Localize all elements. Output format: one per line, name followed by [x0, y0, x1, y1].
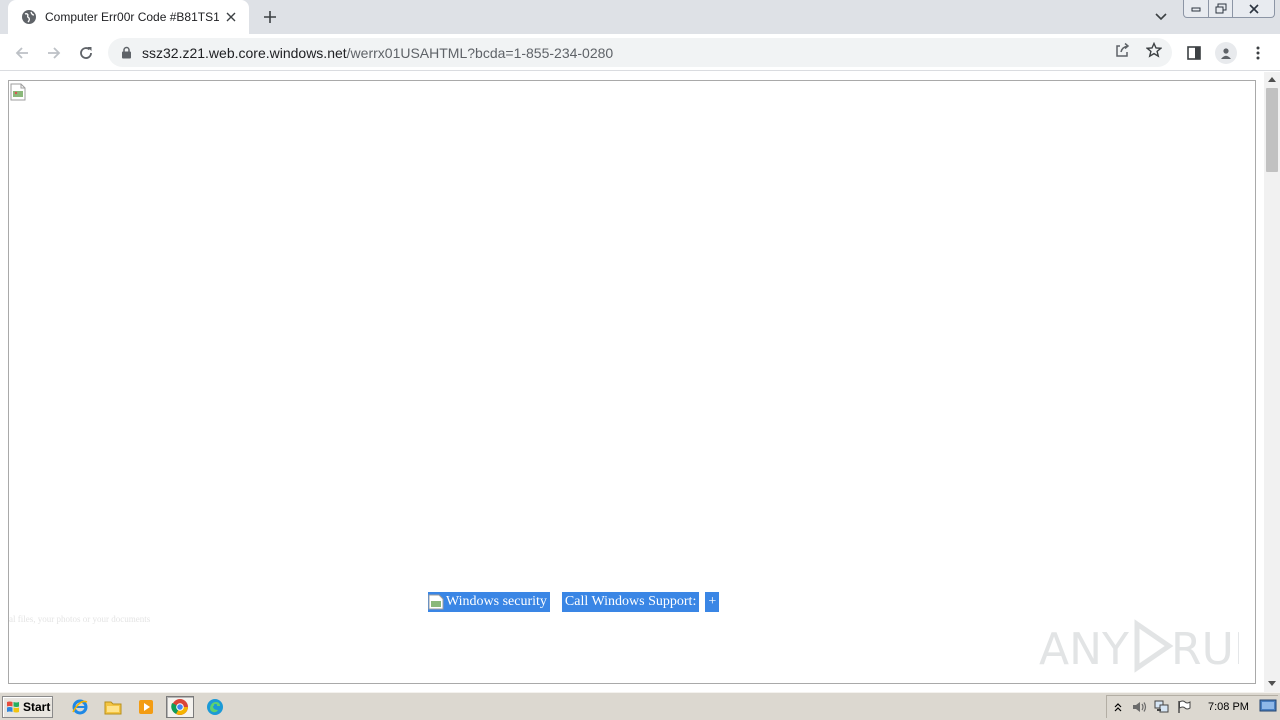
folder-icon	[104, 701, 122, 715]
page-frame: al files, your photos or your documents …	[8, 80, 1256, 684]
edge-icon	[207, 699, 223, 715]
taskbar-edge-button[interactable]	[201, 696, 229, 718]
taskbar: Start 7:08 PM	[0, 692, 1280, 720]
windows-security-label: Windows security	[446, 594, 547, 609]
globe-icon	[22, 10, 36, 24]
close-icon	[1248, 3, 1259, 14]
phone-plus-link[interactable]: +	[705, 592, 720, 612]
side-panel-button[interactable]	[1182, 41, 1206, 65]
start-button[interactable]: Start	[2, 696, 53, 718]
back-button[interactable]	[9, 40, 35, 66]
side-panel-icon	[1187, 46, 1201, 60]
lock-icon[interactable]	[120, 46, 132, 60]
tab-title: Computer Err00r Code #B81TS100d	[45, 10, 219, 24]
reload-icon	[80, 47, 92, 59]
more-vert-icon	[1256, 46, 1260, 60]
network-button[interactable]	[1151, 698, 1173, 716]
star-icon	[1146, 42, 1162, 58]
share-button[interactable]	[1113, 41, 1131, 59]
faint-warning-text: al files, your photos or your documents	[9, 614, 151, 624]
internet-explorer-icon	[72, 699, 88, 715]
url-path: /werrx01USAHTML?bcda=1-855-234-0280	[346, 44, 614, 61]
browser-tab[interactable]: Computer Err00r Code #B81TS100d	[8, 0, 249, 34]
minimize-icon	[1191, 7, 1201, 11]
scroll-up-icon[interactable]	[1264, 72, 1280, 86]
address-bar[interactable]: ssz32.z21.web.core.windows.net/werrx01US…	[108, 38, 1172, 67]
window-controls	[1183, 0, 1275, 18]
restore-icon	[1215, 3, 1226, 14]
taskbar-explorer-button[interactable]	[99, 696, 127, 718]
close-tab-icon[interactable]	[223, 9, 239, 25]
action-center-button[interactable]	[1173, 698, 1195, 716]
taskbar-media-player-button[interactable]	[132, 696, 160, 718]
arrow-left-icon	[15, 47, 28, 59]
volume-button[interactable]	[1129, 698, 1151, 716]
plus-icon	[264, 11, 276, 23]
chevron-up-icon	[1114, 703, 1122, 712]
taskbar-chrome-button[interactable]	[166, 696, 194, 718]
scroll-down-icon[interactable]	[1264, 676, 1280, 690]
url-host: ssz32.z21.web.core.windows.net	[142, 44, 347, 61]
arrow-right-icon	[48, 47, 61, 59]
close-window-button[interactable]	[1233, 0, 1275, 18]
reload-button[interactable]	[73, 40, 99, 66]
chrome-icon	[171, 699, 188, 715]
anyrun-logo-icon: ANY RUN	[1039, 619, 1239, 675]
url-text: ssz32.z21.web.core.windows.net/werrx01US…	[142, 45, 613, 61]
tab-search-button[interactable]	[1150, 6, 1172, 28]
start-label: Start	[23, 700, 51, 714]
forward-button[interactable]	[41, 40, 67, 66]
profile-button[interactable]	[1214, 41, 1238, 65]
call-support-link[interactable]: Call Windows Support:	[561, 592, 700, 612]
broken-image-icon	[10, 83, 26, 101]
avatar	[1215, 42, 1237, 64]
person-icon	[1221, 48, 1231, 59]
network-icon	[1154, 700, 1169, 713]
show-hidden-icons-button[interactable]	[1107, 698, 1129, 716]
show-desktop-icon[interactable]	[1259, 699, 1277, 713]
tab-strip: Computer Err00r Code #B81TS100d	[0, 0, 1280, 34]
chevron-down-icon	[1155, 13, 1167, 21]
restore-button[interactable]	[1209, 0, 1233, 18]
taskbar-ie-button[interactable]	[66, 696, 94, 718]
browser-toolbar: ssz32.z21.web.core.windows.net/werrx01US…	[0, 34, 1280, 71]
menu-button[interactable]	[1246, 41, 1270, 65]
broken-image-icon	[428, 594, 444, 610]
share-icon	[1116, 42, 1130, 57]
page-viewport: al files, your photos or your documents …	[0, 72, 1264, 692]
new-tab-button[interactable]	[258, 5, 282, 29]
flag-icon	[1178, 700, 1191, 713]
svg-text:RUN: RUN	[1171, 624, 1239, 675]
scroll-thumb[interactable]	[1266, 88, 1278, 172]
minimize-button[interactable]	[1183, 0, 1209, 18]
page-scrollbar[interactable]	[1264, 72, 1280, 692]
taskbar-clock[interactable]: 7:08 PM	[1208, 701, 1249, 713]
speaker-icon	[1133, 702, 1147, 712]
svg-text:ANY: ANY	[1039, 624, 1129, 675]
anyrun-watermark: ANY RUN	[1039, 616, 1239, 676]
selected-links-row: Windows security Call Windows Support: +	[428, 592, 720, 612]
windows-security-link[interactable]: Windows security	[428, 592, 550, 612]
bookmark-button[interactable]	[1145, 41, 1163, 59]
system-tray	[1106, 695, 1278, 718]
windows-flag-icon	[7, 701, 19, 713]
media-player-icon	[139, 700, 153, 714]
